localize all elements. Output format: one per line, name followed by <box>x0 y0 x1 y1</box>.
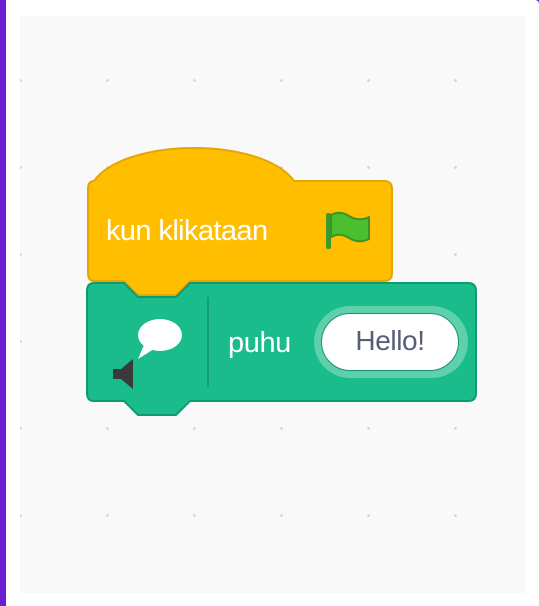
speech-bubble-icon <box>113 319 182 389</box>
when-flag-clicked-label: kun klikataan <box>106 215 268 247</box>
say-text-input[interactable]: Hello! <box>321 313 459 371</box>
say-label: puhu <box>228 327 291 359</box>
block-divider <box>207 297 209 387</box>
green-flag-icon <box>326 211 370 249</box>
